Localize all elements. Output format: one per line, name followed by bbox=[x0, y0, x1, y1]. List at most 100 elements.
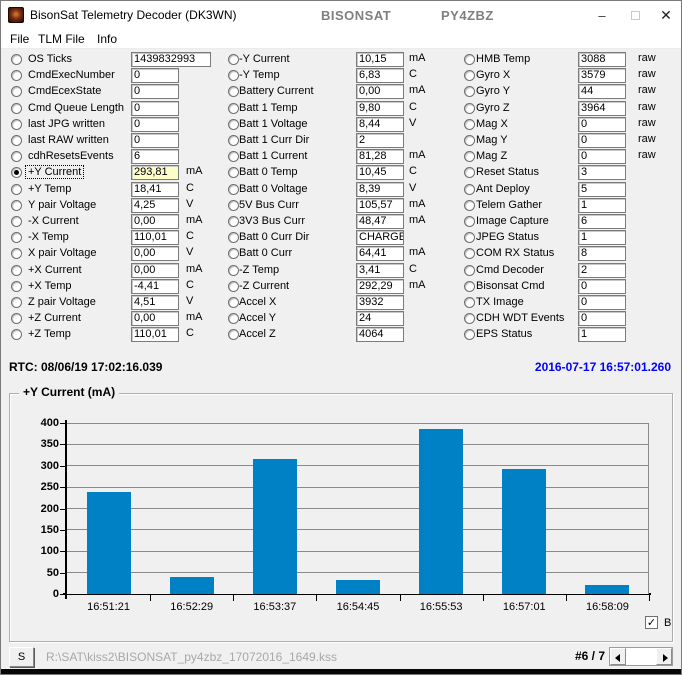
value-field[interactable]: 292,29 bbox=[356, 278, 404, 294]
radio-button[interactable] bbox=[228, 102, 239, 114]
value-field[interactable]: 293,81 bbox=[131, 165, 179, 181]
radio-button[interactable] bbox=[11, 86, 22, 98]
value-field[interactable]: 24 bbox=[356, 311, 404, 327]
radio-button[interactable] bbox=[228, 216, 239, 227]
radio-button[interactable] bbox=[464, 313, 475, 325]
radio-button[interactable] bbox=[228, 313, 239, 325]
radio-button[interactable] bbox=[464, 264, 475, 276]
radio-button[interactable] bbox=[11, 297, 22, 308]
value-field[interactable]: CHARGE bbox=[356, 230, 404, 246]
value-field[interactable]: 3,41 bbox=[356, 262, 404, 278]
radio-button[interactable] bbox=[228, 297, 239, 308]
radio-button[interactable] bbox=[11, 216, 22, 227]
value-field[interactable]: 110,01 bbox=[131, 230, 179, 246]
value-field[interactable]: 81,28 bbox=[356, 149, 404, 165]
value-field[interactable]: 0,00 bbox=[356, 84, 404, 100]
value-field[interactable]: -4,41 bbox=[131, 278, 179, 294]
radio-button[interactable] bbox=[11, 264, 22, 276]
radio-button[interactable] bbox=[228, 86, 239, 98]
radio-button[interactable] bbox=[228, 167, 239, 179]
value-field[interactable]: 2 bbox=[578, 262, 626, 278]
value-field[interactable]: 6 bbox=[131, 149, 179, 165]
radio-button[interactable] bbox=[11, 199, 22, 211]
radio-button[interactable] bbox=[464, 151, 475, 163]
value-field[interactable]: 0,00 bbox=[131, 311, 179, 327]
radio-button[interactable] bbox=[464, 297, 475, 308]
value-field[interactable]: 4,25 bbox=[131, 197, 179, 213]
radio-button[interactable] bbox=[11, 54, 22, 65]
radio-button[interactable] bbox=[464, 216, 475, 227]
value-field[interactable]: 9,80 bbox=[356, 100, 404, 116]
value-field[interactable]: 0,00 bbox=[131, 262, 179, 278]
value-field[interactable]: 3088 bbox=[578, 52, 626, 67]
menu-file[interactable]: File bbox=[10, 32, 29, 46]
maximize-button[interactable] bbox=[620, 1, 650, 30]
value-field[interactable]: 64,41 bbox=[356, 246, 404, 262]
menu-tlm-file[interactable]: TLM File bbox=[38, 32, 85, 46]
radio-button[interactable] bbox=[464, 135, 475, 146]
value-field[interactable]: 1 bbox=[578, 197, 626, 213]
value-field[interactable]: 3932 bbox=[356, 295, 404, 310]
value-field[interactable]: 18,41 bbox=[131, 181, 179, 197]
value-field[interactable]: 0 bbox=[131, 100, 179, 116]
value-field[interactable]: 1 bbox=[578, 327, 626, 343]
radio-button[interactable] bbox=[11, 135, 22, 146]
radio-button[interactable] bbox=[228, 199, 239, 211]
radio-button[interactable] bbox=[11, 102, 22, 114]
radio-button[interactable] bbox=[11, 329, 22, 341]
scroll-right-button[interactable] bbox=[656, 648, 672, 665]
radio-button[interactable] bbox=[11, 70, 22, 82]
value-field[interactable]: 0 bbox=[578, 116, 626, 132]
value-field[interactable]: 8,39 bbox=[356, 181, 404, 197]
radio-button[interactable] bbox=[11, 248, 22, 260]
s-button[interactable]: S bbox=[9, 647, 34, 667]
radio-button[interactable] bbox=[228, 329, 239, 341]
value-field[interactable]: 0 bbox=[578, 295, 626, 310]
radio-button[interactable] bbox=[464, 280, 475, 292]
value-field[interactable]: 8,44 bbox=[356, 116, 404, 132]
radio-button[interactable] bbox=[464, 118, 475, 130]
record-scrollbar[interactable] bbox=[609, 647, 673, 666]
radio-button[interactable] bbox=[464, 86, 475, 98]
radio-button[interactable] bbox=[228, 248, 239, 260]
radio-button[interactable] bbox=[228, 118, 239, 130]
radio-button[interactable] bbox=[228, 54, 239, 65]
radio-button[interactable] bbox=[11, 313, 22, 325]
value-field[interactable]: 6 bbox=[578, 214, 626, 229]
value-field[interactable]: 6,83 bbox=[356, 68, 404, 84]
value-field[interactable]: 1439832993 bbox=[131, 52, 211, 67]
value-field[interactable]: 0 bbox=[578, 311, 626, 327]
radio-button[interactable] bbox=[464, 54, 475, 65]
close-button[interactable]: ✕ bbox=[651, 1, 681, 30]
radio-button[interactable] bbox=[228, 232, 239, 244]
radio-button[interactable] bbox=[228, 135, 239, 146]
b-checkbox[interactable]: ✓ bbox=[645, 616, 658, 629]
radio-button[interactable] bbox=[11, 183, 22, 195]
value-field[interactable]: 3579 bbox=[578, 68, 626, 84]
radio-button[interactable] bbox=[464, 167, 475, 179]
value-field[interactable]: 0 bbox=[131, 116, 179, 132]
value-field[interactable]: 105,57 bbox=[356, 197, 404, 213]
radio-button[interactable] bbox=[11, 151, 22, 163]
radio-button[interactable] bbox=[228, 280, 239, 292]
radio-button[interactable] bbox=[228, 183, 239, 195]
radio-button[interactable] bbox=[228, 151, 239, 163]
value-field[interactable]: 5 bbox=[578, 181, 626, 197]
value-field[interactable]: 44 bbox=[578, 84, 626, 100]
value-field[interactable]: 3 bbox=[578, 165, 626, 181]
value-field[interactable]: 3964 bbox=[578, 100, 626, 116]
radio-button[interactable] bbox=[228, 264, 239, 276]
value-field[interactable]: 0 bbox=[578, 149, 626, 165]
value-field[interactable]: 48,47 bbox=[356, 214, 404, 229]
minimize-button[interactable]: – bbox=[587, 1, 617, 30]
radio-button[interactable] bbox=[464, 183, 475, 195]
value-field[interactable]: 0,00 bbox=[131, 246, 179, 262]
value-field[interactable]: 0 bbox=[131, 133, 179, 148]
value-field[interactable]: 1 bbox=[578, 230, 626, 246]
radio-button[interactable] bbox=[11, 280, 22, 292]
radio-button[interactable] bbox=[464, 70, 475, 82]
radio-button[interactable] bbox=[464, 102, 475, 114]
value-field[interactable]: 4,51 bbox=[131, 295, 179, 310]
value-field[interactable]: 10,45 bbox=[356, 165, 404, 181]
value-field[interactable]: 4064 bbox=[356, 327, 404, 343]
